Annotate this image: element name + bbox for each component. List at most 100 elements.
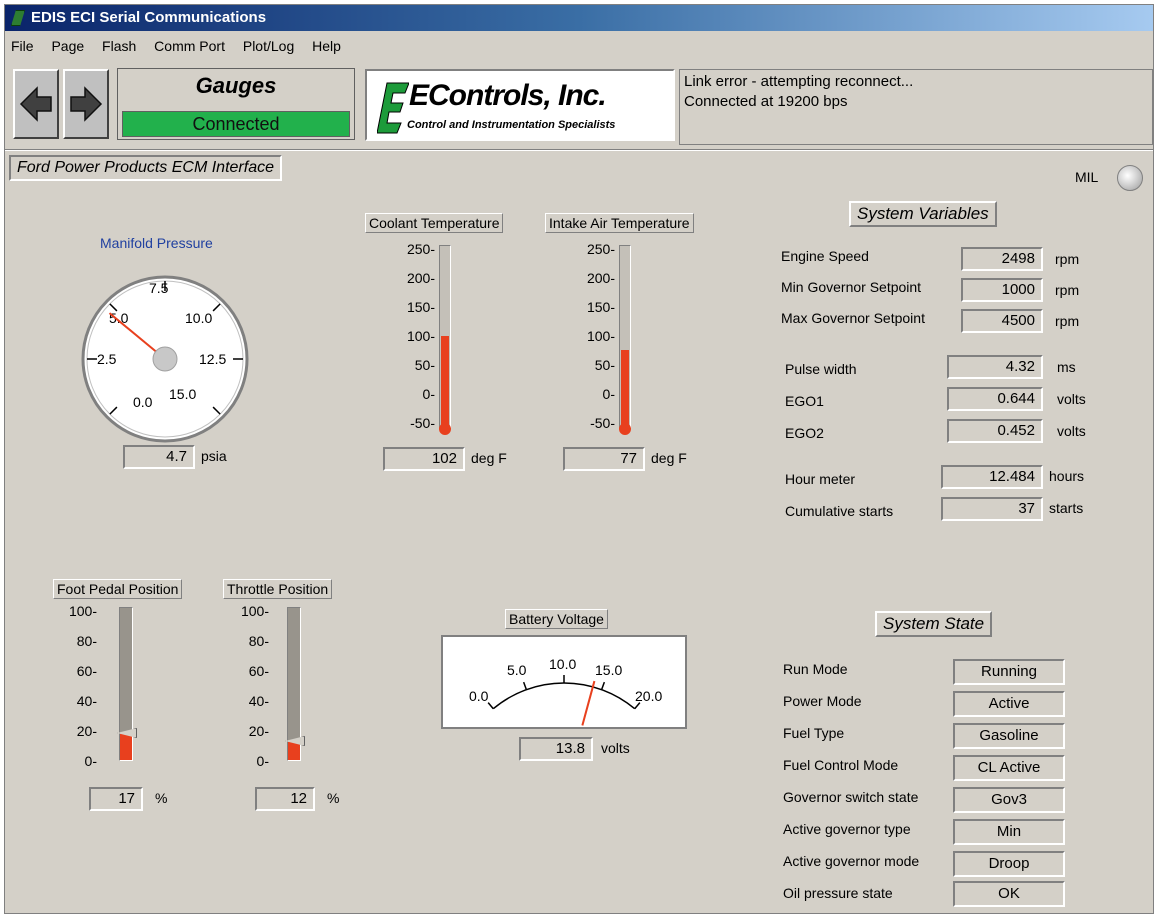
arrow-right-icon — [70, 86, 103, 122]
gauge-label: 15.0 — [595, 662, 622, 678]
foot-pedal-bar — [119, 607, 133, 761]
scale-label: 100- — [68, 603, 97, 619]
state-label: Oil pressure state — [783, 885, 893, 901]
panel-title: Ford Power Products ECM Interface — [9, 155, 282, 181]
foot-pedal-position-title: Foot Pedal Position — [53, 579, 183, 599]
battery-voltage-value: 13.8 — [519, 737, 593, 761]
scale-label: -50- — [410, 415, 435, 431]
state-label: Active governor mode — [783, 853, 920, 869]
next-page-button[interactable] — [63, 69, 109, 139]
foot-pedal-position-unit: % — [155, 790, 168, 806]
coolant-fill — [441, 336, 449, 428]
cumulative-starts-value: 37 — [941, 497, 1043, 521]
manifold-pressure-value: 4.7 — [123, 445, 195, 469]
manifold-pressure-dial: 0.0 2.5 5.0 7.5 10.0 12.5 15.0 — [81, 275, 249, 443]
prev-page-button[interactable] — [13, 69, 59, 139]
header-divider — [5, 149, 1153, 151]
scale-label: 150- — [406, 299, 435, 315]
variable-unit: rpm — [1055, 282, 1080, 298]
state-label: Power Mode — [783, 693, 862, 709]
governor-switch-state-value: Gov3 — [953, 787, 1065, 813]
throttle-fill — [288, 742, 300, 760]
active-governor-mode-value: Droop — [953, 851, 1065, 877]
throttle-position-value: 12 — [255, 787, 315, 811]
manifold-pressure-unit: psia — [201, 448, 227, 464]
logo-tagline: Control and Instrumentation Specialists — [407, 119, 616, 131]
hour-meter-value: 12.484 — [941, 465, 1043, 489]
connection-status-badge: Connected — [122, 111, 350, 137]
coolant-bulb — [439, 423, 451, 435]
scale-label: 40- — [248, 693, 269, 709]
scale-label: 0- — [422, 386, 435, 402]
variable-label: EGO2 — [785, 425, 824, 441]
title-bar[interactable]: EDIS ECI Serial Communications — [5, 5, 1153, 31]
variable-label: Cumulative starts — [785, 503, 894, 519]
coolant-temperature-unit: deg F — [471, 450, 507, 466]
app-window: EDIS ECI Serial Communications File Page… — [4, 4, 1154, 914]
menu-plot-log[interactable]: Plot/Log — [243, 38, 294, 54]
fuel-type-value: Gasoline — [953, 723, 1065, 749]
menu-flash[interactable]: Flash — [102, 38, 136, 54]
scale-label: 60- — [76, 663, 97, 679]
app-icon — [11, 10, 25, 26]
scale-label: 20- — [248, 723, 269, 739]
econtrols-logo: EControls, Inc. Control and Instrumentat… — [365, 69, 675, 141]
scale-label: 40- — [76, 693, 97, 709]
battery-voltage-title: Battery Voltage — [505, 609, 608, 629]
econtrols-logo-mark — [377, 82, 409, 134]
min-governor-setpoint-value: 1000 — [961, 278, 1043, 302]
state-label: Fuel Type — [783, 725, 845, 741]
state-label: Governor switch state — [783, 789, 919, 805]
variable-label: Min Governor Setpoint — [781, 279, 922, 295]
variable-unit: ms — [1057, 359, 1076, 375]
throttle-position-unit: % — [327, 790, 340, 806]
fuel-control-mode-value: CL Active — [953, 755, 1065, 781]
state-label: Active governor type — [783, 821, 911, 837]
variable-unit: starts — [1049, 500, 1084, 516]
scale-label: 100- — [240, 603, 269, 619]
run-mode-value: Running — [953, 659, 1065, 685]
oil-pressure-state-value: OK — [953, 881, 1065, 907]
power-mode-value: Active — [953, 691, 1065, 717]
dial-label: 2.5 — [97, 351, 117, 367]
menu-comm-port[interactable]: Comm Port — [154, 38, 225, 54]
variable-label: Engine Speed — [781, 248, 869, 264]
scale-label: 80- — [76, 633, 97, 649]
variable-label: Hour meter — [785, 471, 856, 487]
variable-label: Pulse width — [785, 361, 857, 377]
scale-label: 80- — [248, 633, 269, 649]
ego2-value: 0.452 — [947, 419, 1043, 443]
menu-file[interactable]: File — [11, 38, 34, 54]
active-governor-type-value: Min — [953, 819, 1065, 845]
variable-unit: rpm — [1055, 313, 1080, 329]
dial-hub — [152, 346, 178, 372]
variable-unit: volts — [1057, 423, 1086, 439]
manifold-pressure-title: Manifold Pressure — [100, 235, 213, 251]
intake-air-temperature-value: 77 — [563, 447, 645, 471]
menu-page[interactable]: Page — [51, 38, 84, 54]
menu-help[interactable]: Help — [312, 38, 341, 54]
status-log: Link error - attempting reconnect... Con… — [679, 69, 1153, 145]
battery-voltage-unit: volts — [601, 740, 630, 756]
status-line: Link error - attempting reconnect... — [684, 73, 914, 90]
scale-label: 0- — [602, 386, 615, 402]
scale-label: 0- — [256, 753, 269, 769]
ego1-value: 0.644 — [947, 387, 1043, 411]
dial-label: 15.0 — [169, 386, 196, 402]
gauge-label: 10.0 — [549, 656, 576, 672]
gauge-label: 0.0 — [469, 688, 489, 704]
coolant-thermometer — [439, 245, 451, 429]
coolant-temperature-title: Coolant Temperature — [365, 213, 504, 233]
foot-pedal-position-value: 17 — [89, 787, 143, 811]
state-label: Run Mode — [783, 661, 848, 677]
mil-indicator-led — [1117, 165, 1143, 191]
dial-label: 12.5 — [199, 351, 226, 367]
coolant-temperature-value: 102 — [383, 447, 465, 471]
variable-label: Max Governor Setpoint — [781, 310, 925, 326]
battery-voltage-gauge: 0.0 5.0 10.0 15.0 20.0 — [441, 635, 687, 729]
scale-label: -50- — [590, 415, 615, 431]
engine-speed-value: 2498 — [961, 247, 1043, 271]
intake-air-temperature-title: Intake Air Temperature — [545, 213, 694, 233]
throttle-position-title: Throttle Position — [223, 579, 333, 599]
pulse-width-value: 4.32 — [947, 355, 1043, 379]
